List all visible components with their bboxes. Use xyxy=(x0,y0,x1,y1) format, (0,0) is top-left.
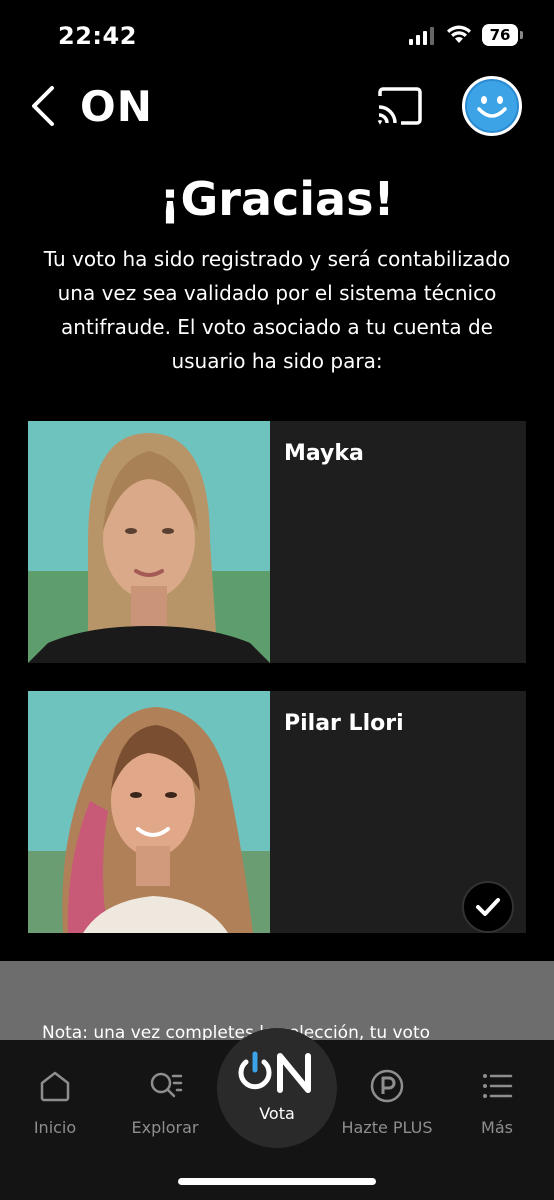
candidate-card[interactable]: Mayka xyxy=(28,421,526,663)
nav-label: Explorar xyxy=(131,1118,199,1137)
candidate-name: Pilar Llori xyxy=(284,711,404,736)
thanks-line: una vez sea validado por el sistema técn… xyxy=(57,281,497,305)
thanks-line: usuario ha sido para: xyxy=(171,349,383,373)
nav-item-mas[interactable]: Más xyxy=(442,1068,552,1137)
bottom-nav: Inicio Explorar Vota Hazte PLUS Más xyxy=(0,1028,554,1200)
candidate-photo xyxy=(28,421,270,663)
status-icons: 76 xyxy=(408,24,523,46)
on-logo-icon xyxy=(238,1051,311,1093)
app-header: ON xyxy=(0,74,554,138)
candidate-card-selected[interactable]: Pilar Llori xyxy=(28,691,526,933)
nav-item-inicio[interactable]: Inicio xyxy=(0,1068,110,1137)
status-time: 22:42 xyxy=(58,22,137,50)
home-indicator xyxy=(178,1178,376,1185)
nav-label: Más xyxy=(481,1118,513,1137)
thanks-message: Tu voto ha sido registrado y será contab… xyxy=(24,242,530,378)
menu-list-icon xyxy=(483,1074,513,1098)
status-bar: 22:42 76 xyxy=(0,0,554,74)
nav-label: Inicio xyxy=(33,1118,77,1137)
candidate-name: Mayka xyxy=(284,441,364,466)
selected-check-badge xyxy=(462,881,514,933)
battery-indicator: 76 xyxy=(482,24,523,46)
signal-icon xyxy=(409,27,434,45)
thanks-title: ¡Gracias! xyxy=(159,172,395,226)
search-list-icon xyxy=(150,1072,183,1098)
app-title: ON xyxy=(80,82,153,131)
cast-icon[interactable] xyxy=(374,84,424,128)
checkmark-icon xyxy=(476,898,500,916)
candidate-photo xyxy=(28,691,270,933)
thanks-line: Tu voto ha sido registrado y será contab… xyxy=(43,247,511,271)
home-icon xyxy=(40,1071,70,1102)
plus-badge-icon xyxy=(370,1069,404,1103)
nav-item-explorar[interactable]: Explorar xyxy=(110,1068,220,1137)
nav-label: Vota xyxy=(259,1104,295,1123)
nav-item-hazte-plus[interactable]: Hazte PLUS xyxy=(332,1068,442,1137)
wifi-icon xyxy=(447,25,471,43)
nav-label: Hazte PLUS xyxy=(341,1118,433,1137)
back-chevron-icon[interactable] xyxy=(26,84,66,128)
smiley-face-icon xyxy=(477,96,507,118)
profile-avatar[interactable] xyxy=(462,76,522,136)
thanks-line: antifraude. El voto asociado a tu cuenta… xyxy=(61,315,493,339)
nav-item-vota[interactable]: Vota xyxy=(217,1028,337,1148)
